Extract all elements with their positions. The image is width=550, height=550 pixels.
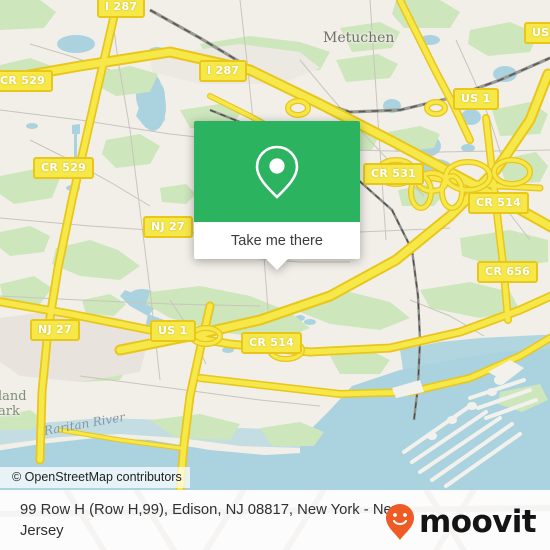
map-label-park: land ark — [0, 389, 27, 419]
location-address: 99 Row H (Row H,99), Edison, NJ 08817, N… — [20, 502, 403, 539]
road-shield-cr531: CR 531 — [363, 163, 425, 185]
footer-bar: 99 Row H (Row H,99), Edison, NJ 08817, N… — [0, 490, 550, 550]
map-pin-icon — [255, 145, 299, 199]
popup-pointer-tail — [266, 259, 288, 270]
road-shield-nj27-upper: NJ 27 — [143, 216, 193, 238]
popup-header — [194, 121, 360, 222]
road-shield-cr514-upper: CR 514 — [468, 192, 530, 214]
moovit-map-screenshot: Metuchen land ark Raritan River I 287 I … — [0, 0, 550, 550]
road-shield-cr514-lower: CR 514 — [241, 332, 303, 354]
moovit-pin-smile-icon — [386, 504, 415, 540]
road-shield-cr529-left: CR 529 — [0, 70, 54, 92]
road-shield-nj27-lower: NJ 27 — [30, 319, 80, 341]
map-label-metuchen: Metuchen — [323, 30, 395, 46]
popup-action-bar[interactable]: Take me there — [194, 222, 360, 259]
take-me-there-label: Take me there — [231, 232, 323, 249]
road-shield-us1-upper: US 1 — [453, 88, 499, 110]
osm-attribution[interactable]: © OpenStreetMap contributors — [0, 467, 190, 488]
road-shield-us1-lower: US 1 — [150, 320, 196, 342]
road-shield-i287: I 287 — [199, 60, 248, 82]
moovit-wordmark: moovit — [419, 503, 537, 540]
road-shield-cr529: CR 529 — [33, 157, 95, 179]
location-popup-card[interactable]: Take me there — [194, 121, 360, 270]
road-shield-i287-top: I 287 — [97, 0, 146, 18]
road-shield-cr656: CR 656 — [477, 261, 539, 283]
map-canvas[interactable]: Metuchen land ark Raritan River I 287 I … — [0, 0, 550, 490]
moovit-brand[interactable]: moovit — [385, 503, 537, 541]
road-shield-us-edge: US — [524, 22, 550, 44]
